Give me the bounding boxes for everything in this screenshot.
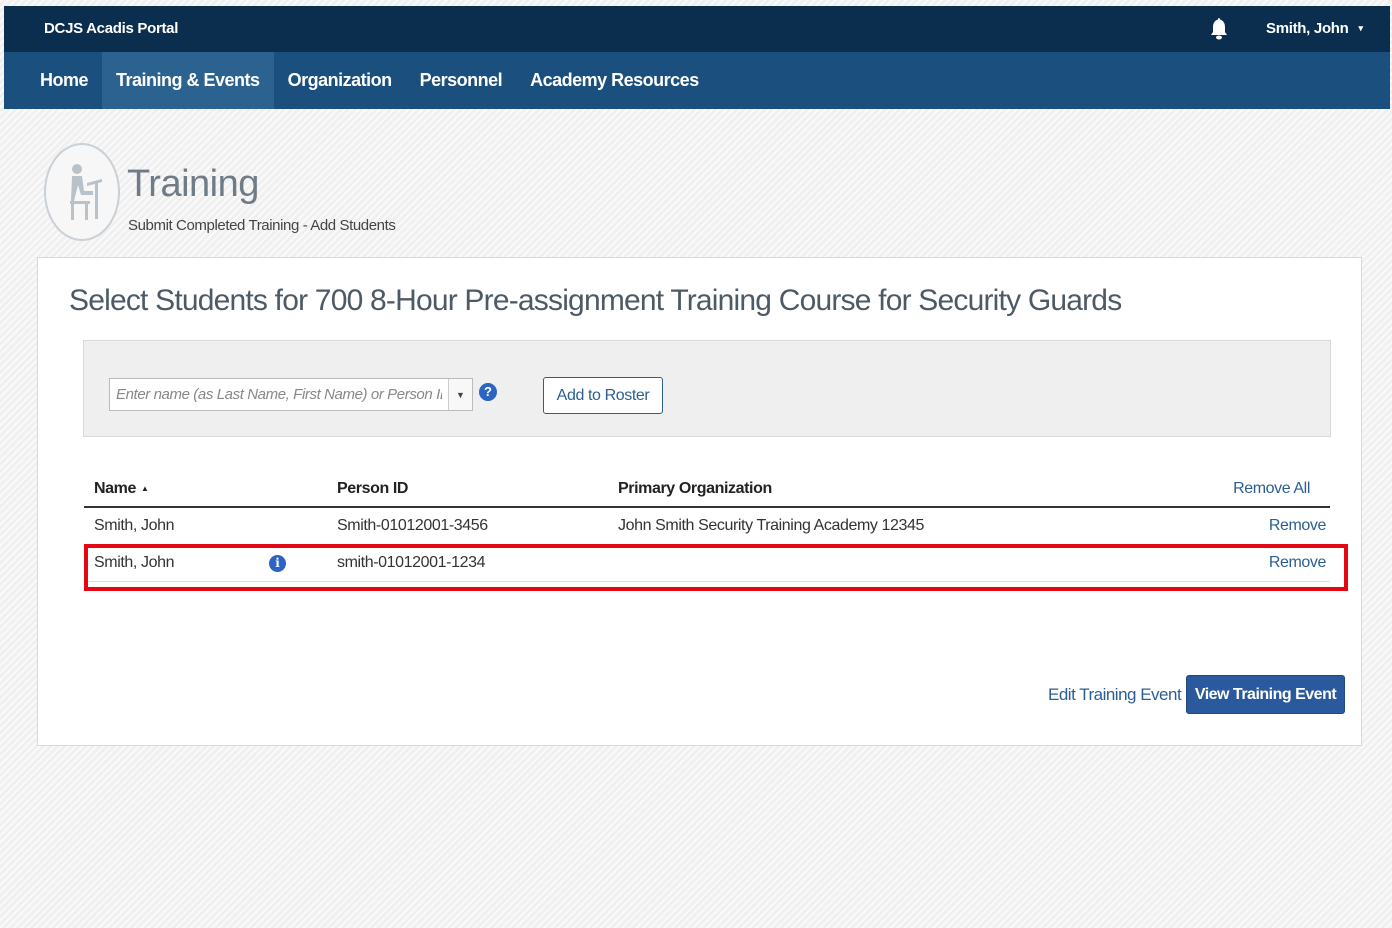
select-students-panel: Select Students for 700 8-Hour Pre-assig… — [37, 257, 1362, 746]
student-desk-icon — [44, 143, 120, 241]
add-to-roster-button[interactable]: Add to Roster — [543, 377, 663, 414]
column-header-primary-organization[interactable]: Primary Organization — [618, 480, 772, 498]
column-header-name[interactable]: Name ▲ — [94, 480, 149, 498]
view-training-event-button[interactable]: View Training Event — [1186, 675, 1345, 714]
top-bar: DCJS Acadis Portal Smith, John ▾ — [4, 6, 1390, 52]
info-circle-icon[interactable]: i — [269, 555, 286, 572]
user-name: Smith, John — [1266, 20, 1349, 37]
panel-heading: Select Students for 700 8-Hour Pre-assig… — [69, 284, 1122, 317]
search-well: ▼ ? Add to Roster — [83, 340, 1331, 437]
person-id: Smith-01012001-3456 — [337, 517, 488, 534]
remove-link[interactable]: Remove — [1269, 517, 1327, 535]
table-row: Smith, John i smith-01012001-1234 Remove — [84, 545, 1330, 582]
column-header-name-label: Name — [94, 480, 136, 497]
person-id: smith-01012001-1234 — [337, 554, 486, 571]
student-search-input[interactable] — [110, 379, 448, 410]
nav-academy-resources[interactable]: Academy Resources — [516, 52, 713, 109]
nav-personnel[interactable]: Personnel — [406, 52, 517, 109]
portal-title[interactable]: DCJS Acadis Portal — [44, 20, 178, 37]
student-name: Smith, John — [94, 554, 175, 571]
table-row: Smith, John Smith-01012001-3456 John Smi… — [84, 508, 1330, 545]
table-header: Name ▲ Person ID Primary Organization Rem… — [84, 472, 1330, 508]
user-menu[interactable]: Smith, John ▾ — [1266, 20, 1363, 37]
nav-training-events[interactable]: Training & Events — [102, 52, 274, 109]
student-search-combobox: ▼ — [109, 378, 473, 411]
column-header-person-id[interactable]: Person ID — [337, 480, 408, 498]
remove-all-link[interactable]: Remove All — [1233, 480, 1310, 498]
page-subtitle: Submit Completed Training - Add Students — [128, 217, 396, 234]
edit-training-event-link[interactable]: Edit Training Event — [1048, 685, 1182, 705]
nav-organization[interactable]: Organization — [274, 52, 406, 109]
main-nav: Home Training & Events Organization Pers… — [4, 52, 1390, 109]
question-circle-icon[interactable]: ? — [479, 383, 497, 401]
bell-icon[interactable] — [1209, 17, 1229, 41]
roster-table: Name ▲ Person ID Primary Organization Rem… — [84, 472, 1330, 582]
chevron-down-icon: ▾ — [1358, 23, 1364, 33]
sort-ascending-icon: ▲ — [140, 484, 149, 494]
nav-home[interactable]: Home — [4, 52, 102, 109]
page-title: Training — [127, 163, 259, 205]
student-name: Smith, John — [94, 517, 175, 534]
primary-organization: John Smith Security Training Academy 123… — [618, 517, 925, 534]
dropdown-arrow-icon[interactable]: ▼ — [448, 379, 472, 410]
remove-link[interactable]: Remove — [1269, 554, 1327, 572]
